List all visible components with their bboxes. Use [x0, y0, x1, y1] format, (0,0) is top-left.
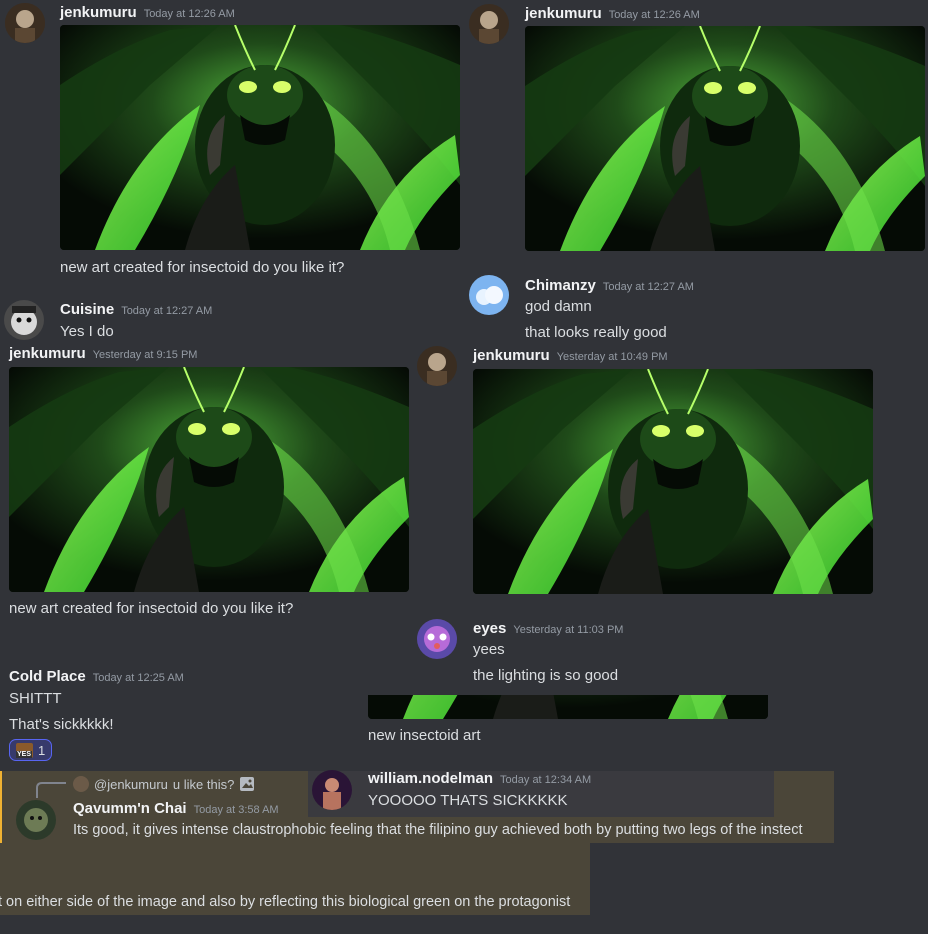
avatar[interactable]: [5, 3, 45, 43]
reply-preview[interactable]: @jenkumuru u like this?: [73, 776, 255, 792]
avatar-icon: [417, 346, 457, 386]
timestamp: Today at 12:26 AM: [143, 8, 235, 20]
message-text: that looks really good: [525, 324, 667, 341]
message-text: new art created for insectoid do you lik…: [60, 259, 345, 276]
timestamp: Today at 12:26 AM: [608, 9, 700, 21]
username[interactable]: Cuisine: [60, 301, 114, 318]
avatar-icon: [16, 800, 56, 840]
image-icon: [240, 777, 255, 791]
message-text: That's sickkkkk!: [9, 716, 114, 733]
timestamp: Today at 12:25 AM: [92, 672, 184, 684]
reaction-count: 1: [38, 742, 46, 758]
message-header: eyes Yesterday at 11:03 PM: [473, 620, 623, 638]
timestamp: Today at 3:58 AM: [193, 804, 279, 816]
username[interactable]: jenkumuru: [525, 5, 602, 22]
avatar[interactable]: [16, 800, 56, 840]
reply-spine-icon: [36, 782, 66, 798]
message-text: god damn: [525, 298, 592, 315]
username[interactable]: jenkumuru: [473, 347, 550, 364]
artwork-image[interactable]: [9, 367, 409, 592]
message-header: Cuisine Today at 12:27 AM: [60, 301, 212, 319]
yes-emoji-icon: YES: [16, 742, 33, 758]
avatar-icon: [417, 619, 457, 659]
username[interactable]: eyes: [473, 620, 506, 637]
mention-bar: [0, 771, 2, 843]
timestamp: Yesterday at 11:03 PM: [513, 624, 624, 636]
avatar-icon: [469, 4, 509, 44]
message-text: new insectoid art: [368, 727, 481, 744]
timestamp: Today at 12:34 AM: [500, 774, 592, 786]
avatar[interactable]: [312, 770, 352, 810]
message-text: t on either side of the image and also b…: [0, 894, 571, 910]
artwork-image[interactable]: [473, 369, 873, 594]
avatar[interactable]: [469, 275, 509, 315]
message-text: new art created for insectoid do you lik…: [9, 600, 294, 617]
reaction-button[interactable]: YES 1: [9, 739, 53, 761]
emoji-label: YES: [16, 750, 33, 758]
username[interactable]: william.nodelman: [368, 770, 493, 787]
message-text: yees: [473, 641, 505, 658]
avatar-icon: [4, 300, 44, 340]
message-header: Qavumm'n Chai Today at 3:58 AM: [73, 800, 279, 818]
message-header: Chimanzy Today at 12:27 AM: [525, 277, 694, 295]
avatar[interactable]: [469, 4, 509, 44]
reply-username: @jenkumuru: [94, 776, 168, 792]
timestamp: Today at 12:27 AM: [602, 281, 694, 293]
avatar[interactable]: [417, 619, 457, 659]
message-header: jenkumuru Yesterday at 9:15 PM: [9, 345, 197, 363]
message-header: jenkumuru Yesterday at 10:49 PM: [473, 347, 668, 365]
avatar[interactable]: [417, 346, 457, 386]
artwork-image[interactable]: [60, 25, 460, 250]
message-header: william.nodelman Today at 12:34 AM: [368, 770, 591, 788]
username[interactable]: Qavumm'n Chai: [73, 800, 187, 817]
username[interactable]: jenkumuru: [60, 4, 137, 21]
reply-text: u like this?: [172, 776, 235, 792]
message-header: jenkumuru Today at 12:26 AM: [525, 5, 700, 23]
message-text: SHITTT: [9, 690, 62, 707]
artwork-image[interactable]: [368, 695, 768, 719]
avatar-icon: [312, 770, 352, 810]
message-header: jenkumuru Today at 12:26 AM: [60, 4, 235, 22]
timestamp: Yesterday at 10:49 PM: [556, 351, 668, 363]
username[interactable]: Cold Place: [9, 668, 86, 685]
reply-avatar: [73, 776, 89, 792]
username[interactable]: Chimanzy: [525, 277, 596, 294]
message-text: YOOOOO THATS SICKKKKK: [368, 792, 568, 809]
message-text: Its good, it gives intense claustrophobi…: [73, 822, 803, 838]
username[interactable]: jenkumuru: [9, 345, 86, 362]
message-text: the lighting is so good: [473, 667, 619, 684]
avatar[interactable]: [4, 300, 44, 340]
message-text: Yes I do: [60, 323, 114, 340]
avatar-icon: [469, 275, 509, 315]
timestamp: Yesterday at 9:15 PM: [92, 349, 198, 361]
message-header: Cold Place Today at 12:25 AM: [9, 668, 184, 686]
timestamp: Today at 12:27 AM: [121, 305, 213, 317]
avatar-icon: [5, 3, 45, 43]
artwork-image[interactable]: [525, 26, 925, 251]
